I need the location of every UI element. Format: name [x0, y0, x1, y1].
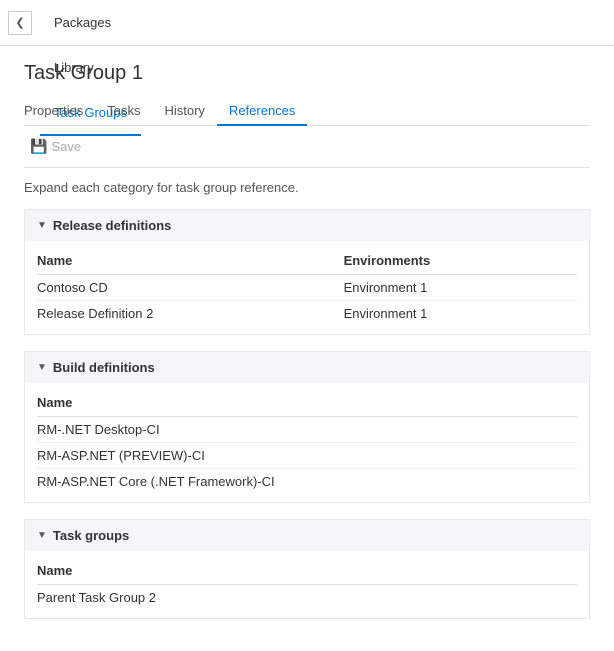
- section-build-definitions: ▼ Build definitions NameRM-.NET Desktop-CI…: [24, 351, 590, 503]
- row-name-link[interactable]: RM-.NET Desktop-CI: [37, 417, 577, 443]
- row-environment: Environment 1: [344, 301, 577, 327]
- top-nav: ❮ BuildsReleasesPackagesLibraryTask Grou…: [0, 0, 614, 46]
- table-row: Release Definition 2Environment 1: [37, 301, 577, 327]
- chevron-down-icon: ▼: [37, 530, 47, 541]
- section-body-task-groups: NameParent Task Group 2: [25, 551, 589, 618]
- col-header-name: Name: [37, 559, 577, 585]
- section-title: Task groups: [53, 528, 129, 543]
- nav-toggle-button[interactable]: ❮: [8, 11, 32, 35]
- col-header-environments: Environments: [344, 249, 577, 275]
- main-content: Task Group 1 PropertiesTasksHistoryRefer…: [0, 46, 614, 651]
- section-body-release-definitions: NameEnvironmentsContoso CDEnvironment 1R…: [25, 241, 589, 334]
- description-text: Expand each category for task group refe…: [24, 180, 590, 195]
- sections-container: ▼Release definitionsNameEnvironmentsCont…: [24, 209, 590, 619]
- nav-toggle-icon: ❮: [15, 16, 24, 29]
- table-row: RM-ASP.NET (PREVIEW)-CI: [37, 443, 577, 469]
- section-header-release-definitions[interactable]: ▼ Release definitions: [25, 210, 589, 241]
- col-header-name: Name: [37, 391, 577, 417]
- section-release-definitions: ▼ Release definitions NameEnvironmentsCont…: [24, 209, 590, 335]
- section-header-task-groups[interactable]: ▼ Task groups: [25, 520, 589, 551]
- col-header-name: Name: [37, 249, 344, 275]
- ref-table-build-definitions: NameRM-.NET Desktop-CIRM-ASP.NET (PREVIE…: [37, 391, 577, 494]
- save-button[interactable]: 💾 Save: [24, 134, 87, 159]
- section-header-build-definitions[interactable]: ▼ Build definitions: [25, 352, 589, 383]
- sub-tab-history[interactable]: History: [152, 97, 216, 126]
- section-task-groups: ▼ Task groups NameParent Task Group 2: [24, 519, 590, 619]
- row-name-link[interactable]: RM-ASP.NET (PREVIEW)-CI: [37, 443, 577, 469]
- save-label: Save: [51, 139, 81, 154]
- save-icon: 💾: [30, 138, 47, 155]
- ref-table-task-groups: NameParent Task Group 2: [37, 559, 577, 610]
- sub-tab-properties[interactable]: Properties: [24, 97, 95, 126]
- sub-tab-references[interactable]: References: [217, 97, 307, 126]
- sub-tab-tasks[interactable]: Tasks: [95, 97, 152, 126]
- row-name-link[interactable]: RM-ASP.NET Core (.NET Framework)-CI: [37, 469, 577, 495]
- section-title: Release definitions: [53, 218, 171, 233]
- table-row: RM-.NET Desktop-CI: [37, 417, 577, 443]
- nav-item-packages[interactable]: Packages: [40, 0, 141, 46]
- sub-tabs: PropertiesTasksHistoryReferences: [24, 97, 590, 126]
- table-row: RM-ASP.NET Core (.NET Framework)-CI: [37, 469, 577, 495]
- row-environment: Environment 1: [344, 275, 577, 301]
- ref-table-release-definitions: NameEnvironmentsContoso CDEnvironment 1R…: [37, 249, 577, 326]
- row-name-link[interactable]: Release Definition 2: [37, 301, 344, 327]
- page-title: Task Group 1: [24, 62, 590, 85]
- table-row: Contoso CDEnvironment 1: [37, 275, 577, 301]
- chevron-down-icon: ▼: [37, 220, 47, 231]
- section-body-build-definitions: NameRM-.NET Desktop-CIRM-ASP.NET (PREVIE…: [25, 383, 589, 502]
- table-row: Parent Task Group 2: [37, 585, 577, 611]
- row-name-link[interactable]: Contoso CD: [37, 275, 344, 301]
- chevron-down-icon: ▼: [37, 362, 47, 373]
- row-name-link[interactable]: Parent Task Group 2: [37, 585, 577, 611]
- section-title: Build definitions: [53, 360, 155, 375]
